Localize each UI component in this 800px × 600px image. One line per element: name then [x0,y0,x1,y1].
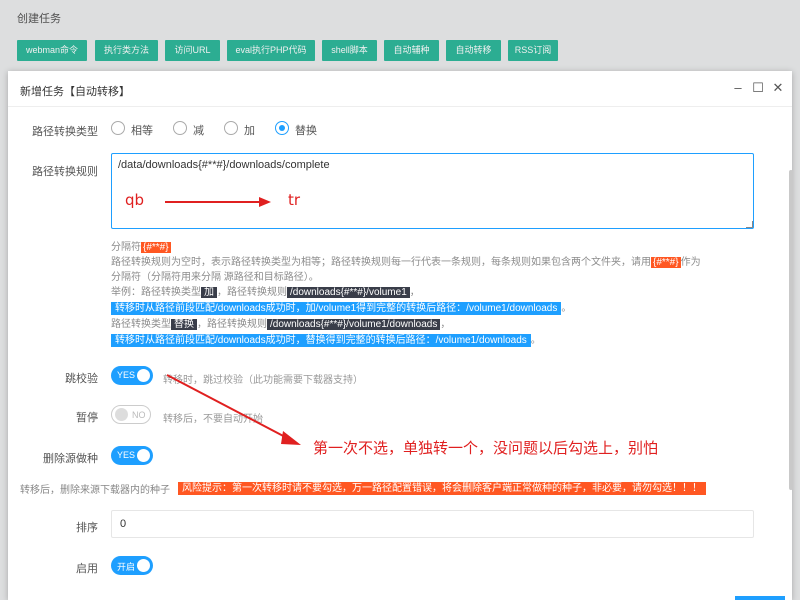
help-line-3: 分隔符（分隔符用来分隔 源路径和目标路径）。 [111,272,319,283]
modal-scrollbar[interactable] [789,170,793,490]
help-text: 路径转换类型 [111,319,171,330]
help-text: 分隔符 [111,242,141,253]
switch-knob [115,408,128,421]
help-text: 举例：路径转换类型 [111,287,201,298]
result-tag: 转移时从路径前段匹配/downloads成功时，加/volume1得到完整的转换… [111,302,562,315]
sort-input[interactable]: 0 [111,510,754,538]
help-text: ， [409,287,420,298]
help-example-1-result: 转移时从路径前段匹配/downloads成功时，加/volume1得到完整的转换… [111,299,572,315]
switch-text: 开启 [117,562,136,572]
sort-label: 排序 [76,522,98,534]
path-rule-label: 路径转换规则 [32,166,98,178]
pause-switch[interactable]: NO [111,405,151,424]
annotation-arrow-icon [166,374,301,445]
help-text: 。 [561,303,572,314]
switch-knob [137,369,150,382]
radio-label: 加 [244,125,255,137]
annotation-qb: qb [125,191,145,209]
pause-label: 暂停 [76,412,98,424]
switch-knob [137,449,150,462]
annotation-tr: tr [288,191,301,209]
help-line-2: 路径转换规则为空时，表示路径转换类型为相等；路径转换规则每一行代表一条规则，每条… [111,253,701,268]
radio-circle [173,121,187,135]
help-example-2: 路径转换类型 替换 ，路径转换规则/downloads{#**#}/volume1/… [111,315,450,330]
rule-tag: /downloads{#**#}/volume1 [287,287,410,298]
radio-label: 替换 [295,125,317,137]
help-example-1: 举例：路径转换类型加，路径转换规则/downloads{#**#}/volume… [111,283,420,298]
rule-tag: /downloads{#**#}/volume1/downloads [267,319,441,330]
annotation-arrow-icon [165,197,271,207]
radio-circle [224,121,238,135]
skip-check-label: 跳校验 [65,373,98,385]
help-separator-line: 分隔符 {#**#} [111,238,171,253]
delete-source-label: 删除源做种 [43,453,98,465]
switch-knob [137,559,150,572]
radio-label: 相等 [131,125,153,137]
submit-button-edge[interactable] [735,596,785,600]
annotation-note: 第一次不选，单独转一个，没问题以后勾选上，别怕 [313,439,659,457]
switch-text: NO [132,410,146,420]
separator-tag: {#**#} [141,242,171,253]
modal-header: 新增任务【自动转移】 – ☐ ✕ [8,71,792,107]
delete-source-switch[interactable]: YES [111,446,153,465]
help-text: 作为 [680,257,701,268]
switch-text: YES [117,450,136,460]
separator-tag: {#**#} [651,257,681,268]
path-type-label: 路径转换类型 [32,126,98,138]
modal-title: 新增任务【自动转移】 [20,86,130,98]
help-text: 。 [530,335,541,346]
risk-warning-text: 风险提示：第一次转移时请不要勾选，万一路径配置错误，将会删除客户端正常做种的种子… [178,482,706,495]
maximize-icon[interactable]: ☐ [750,80,766,96]
enable-label: 启用 [76,563,98,575]
help-text: 路径转换规则为空时，表示路径转换类型为相等；路径转换规则每一行代表一条规则，每条… [111,257,651,268]
help-text: ，路径转换规则 [217,287,287,298]
close-icon[interactable]: ✕ [770,80,786,96]
path-rule-textarea[interactable]: /data/downloads{#**#}/downloads/complete [111,153,754,229]
help-example-2-result: 转移时从路径前段匹配/downloads成功时，替换得到完整的转换后路径：/vo… [111,331,541,347]
risk-warning: 风险提示：第一次转移时请不要勾选，万一路径配置错误，将会删除客户端正常做种的种子… [178,479,706,495]
switch-text: YES [117,370,136,380]
help-text: ，路径转换规则 [197,319,267,330]
type-tag: 加 [201,287,217,298]
delete-source-hint: 转移后，删除来源下载器内的种子 [20,485,170,496]
radio-label: 减 [193,125,204,137]
radio-circle-selected [275,121,289,135]
skip-check-switch[interactable]: YES [111,366,153,385]
task-modal: 新增任务【自动转移】 – ☐ ✕ 路径转换类型 相等 减 加 替换 路径转换规则… [8,71,792,600]
radio-circle [111,121,125,135]
type-tag: 替换 [171,319,197,330]
result-tag: 转移时从路径前段匹配/downloads成功时，替换得到完整的转换后路径：/vo… [111,334,531,347]
enable-switch[interactable]: 开启 [111,556,153,575]
minimize-icon[interactable]: – [730,80,746,96]
resize-grip-icon[interactable] [746,221,753,228]
help-text: ， [440,319,451,330]
